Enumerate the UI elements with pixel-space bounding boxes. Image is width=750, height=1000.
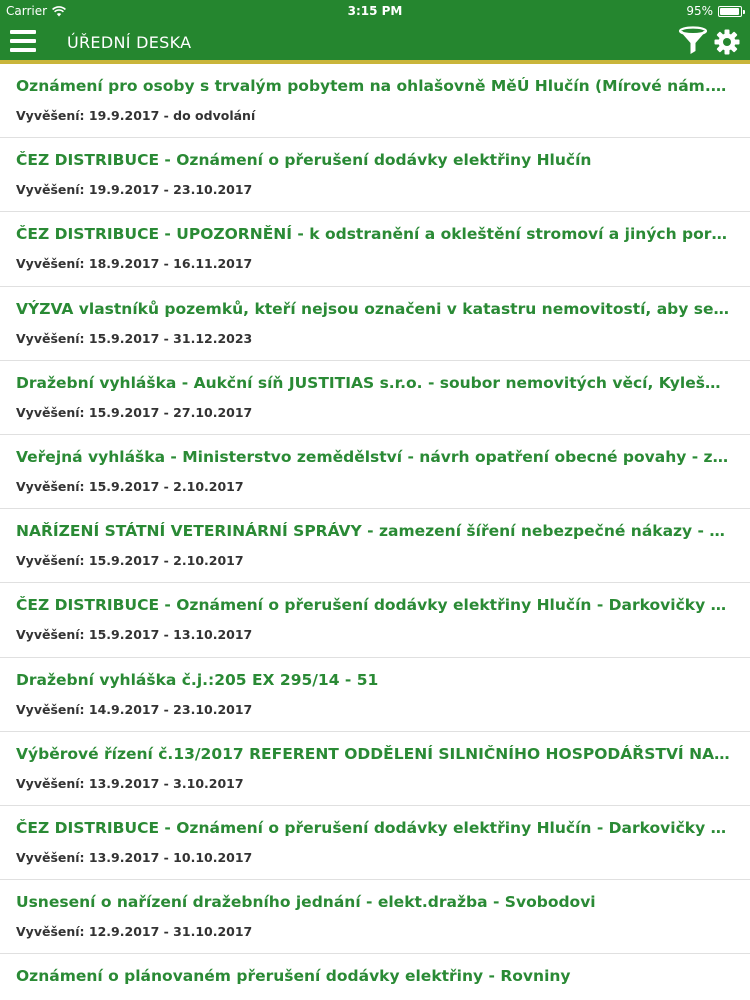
notice-title: ČEZ DISTRIBUCE - Oznámení o přerušení do…: [16, 151, 592, 170]
gear-icon: [714, 29, 740, 55]
notice-title: ČEZ DISTRIBUCE - UPOZORNĚNÍ - k odstraně…: [16, 225, 730, 244]
notice-item[interactable]: Dražební vyhláška č.j.:205 EX 295/14 - 5…: [0, 657, 750, 732]
notice-title: Usnesení o nařízení dražebního jednání -…: [16, 893, 596, 912]
battery-percent: 95%: [686, 4, 713, 18]
notice-item[interactable]: ČEZ DISTRIBUCE - UPOZORNĚNÍ - k odstraně…: [0, 212, 750, 287]
notice-item[interactable]: Oznámení pro osoby s trvalým pobytem na …: [0, 64, 750, 139]
battery-info: 95%: [686, 4, 745, 18]
notice-date: Vyvěšení: 15.9.2017 - 31.12.2023: [16, 330, 253, 346]
settings-button[interactable]: [713, 28, 741, 56]
notice-item[interactable]: ČEZ DISTRIBUCE - Oznámení o přerušení do…: [0, 805, 750, 881]
menu-button[interactable]: [10, 30, 36, 52]
notice-title: Dražební vyhláška - Aukční síň JUSTITIAS…: [16, 373, 730, 392]
notice-date: Vyvěšení: 15.9.2017 - 27.10.2017: [16, 404, 253, 420]
filter-button[interactable]: [678, 26, 708, 56]
battery-level-fill: [720, 7, 739, 15]
notice-title: Oznámení o plánovaném přerušení dodávky …: [16, 967, 571, 986]
battery-nub: [743, 9, 745, 14]
notice-title: Oznámení pro osoby s trvalým pobytem na …: [16, 77, 730, 95]
notice-title: Veřejná vyhláška - Ministerstvo zeměděls…: [16, 447, 730, 466]
filter-icon: [678, 26, 708, 54]
notice-item[interactable]: Dražební vyhláška - Aukční síň JUSTITIAS…: [0, 360, 750, 435]
navigation-bar: ÚŘEDNÍ DESKA: [0, 22, 750, 60]
notice-date: Vyvěšení: 15.9.2017 - 2.10.2017: [16, 553, 244, 569]
notice-title: Výběrové řízení č.13/2017 REFERENT ODDĚL…: [16, 744, 730, 763]
hamburger-line: [10, 48, 36, 52]
notice-date: Vyvěšení: 15.9.2017 - 2.10.2017: [16, 478, 244, 494]
page-title: ÚŘEDNÍ DESKA: [67, 33, 192, 52]
notice-title: ČEZ DISTRIBUCE - Oznámení o přerušení do…: [16, 596, 730, 615]
battery-icon: [718, 5, 745, 17]
notice-date: Vyvěšení: 19.9.2017 - do odvolání: [16, 108, 256, 123]
hamburger-line: [10, 39, 36, 43]
notice-item[interactable]: ČEZ DISTRIBUCE - Oznámení o přerušení do…: [0, 138, 750, 213]
notice-title: NAŘÍZENÍ STÁTNÍ VETERINÁRNÍ SPRÁVY - zam…: [16, 522, 730, 541]
notice-title: VÝZVA vlastníků pozemků, kteří nejsou oz…: [16, 299, 730, 318]
notice-date: Vyvěšení: 13.9.2017 - 10.10.2017: [16, 849, 253, 865]
notice-item[interactable]: ČEZ DISTRIBUCE - Oznámení o přerušení do…: [0, 583, 750, 658]
hamburger-menu-icon: [10, 30, 36, 34]
notice-item[interactable]: Výběrové řízení č.13/2017 REFERENT ODDĚL…: [0, 731, 750, 806]
notice-date: Vyvěšení: 15.9.2017 - 13.10.2017: [16, 627, 253, 643]
notice-item[interactable]: NAŘÍZENÍ STÁTNÍ VETERINÁRNÍ SPRÁVY - zam…: [0, 509, 750, 584]
notice-date: Vyvěšení: 14.9.2017 - 23.10.2017: [16, 701, 253, 717]
notice-date: Vyvěšení: 18.9.2017 - 16.11.2017: [16, 256, 253, 272]
notice-title: ČEZ DISTRIBUCE - Oznámení o přerušení do…: [16, 818, 730, 837]
status-bar: Carrier 3:15 PM 95%: [0, 0, 750, 22]
notice-list: Oznámení pro osoby s trvalým pobytem na …: [0, 64, 750, 1000]
status-time: 3:15 PM: [347, 4, 403, 18]
notice-date: Vyvěšení: 13.9.2017 - 3.10.2017: [16, 775, 244, 791]
notice-date: Vyvěšení: 19.9.2017 - 23.10.2017: [16, 182, 253, 198]
notice-item[interactable]: VÝZVA vlastníků pozemků, kteří nejsou oz…: [0, 286, 750, 361]
notice-item[interactable]: Usnesení o nařízení dražebního jednání -…: [0, 880, 750, 955]
notice-item[interactable]: Veřejná vyhláška - Ministerstvo zeměděls…: [0, 434, 750, 510]
notice-title: Dražební vyhláška č.j.:205 EX 295/14 - 5…: [16, 670, 379, 689]
notice-date: Vyvěšení: 12.9.2017 - 31.10.2017: [16, 924, 253, 940]
notice-item[interactable]: Oznámení o plánovaném přerušení dodávky …: [0, 954, 750, 1000]
